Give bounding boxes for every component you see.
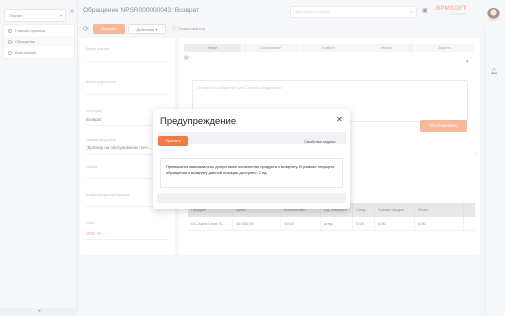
dialog-footer (157, 193, 346, 203)
dialog-title: Предупреждение (160, 116, 237, 127)
dialog-message: Превышено максимально допустимое количес… (160, 158, 343, 188)
task-properties-link[interactable]: Свойства задачи (304, 139, 336, 144)
warning-dialog: Предупреждение ✕ Принять Свойства задачи… (153, 109, 350, 209)
apply-button[interactable]: Принять (158, 136, 188, 146)
close-icon[interactable]: ✕ (336, 115, 343, 124)
